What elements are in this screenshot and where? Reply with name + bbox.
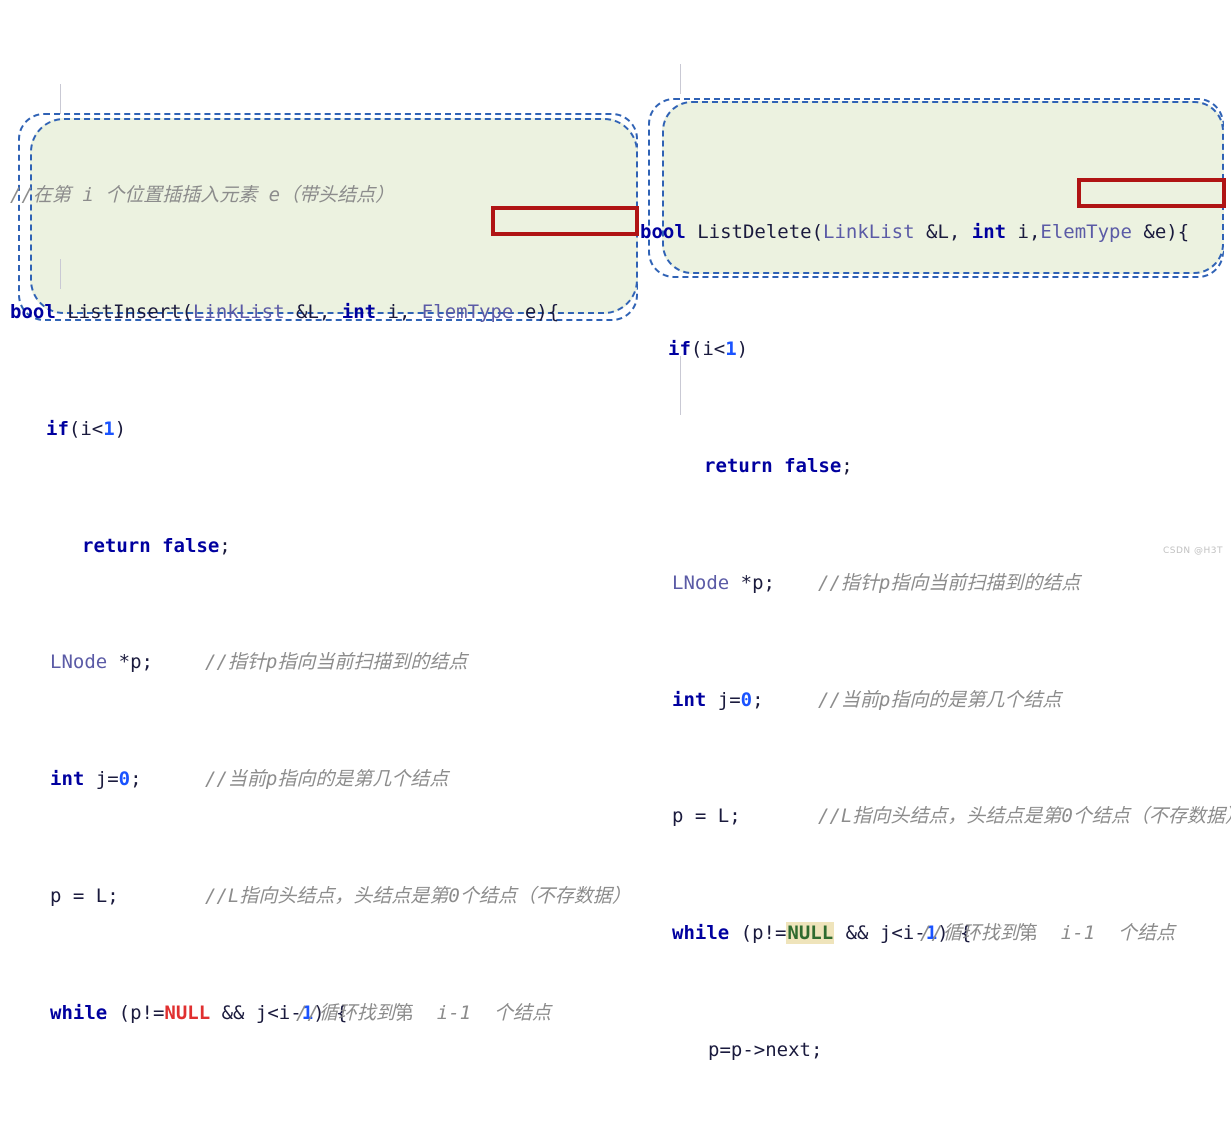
code-text: LNode *p;: [50, 651, 153, 674]
code-line: p = L; //L指向头结点，头结点是第0个结点（不存数据）: [10, 882, 650, 911]
code-text: return false;: [704, 455, 853, 478]
indent-guide: [60, 259, 61, 289]
code-text: p=p->next;: [708, 1039, 823, 1061]
code-comment: //指针p指向当前扫描到的结点: [205, 651, 468, 674]
code-comment: //当前p指向的是第几个结点: [818, 688, 1062, 711]
code-line: return false;: [632, 452, 1231, 481]
code-text: return false;: [82, 534, 231, 557]
code-text: p = L;: [672, 805, 741, 828]
code-text: if(i<1): [46, 417, 127, 440]
code-line: //在第 i 个位置插插入元素 e（带头结点）: [10, 181, 650, 210]
code-comment: //L指向头结点，头结点是第0个结点（不存数据）: [818, 805, 1231, 828]
code-line: bool ListDelete(LinkList &L, int i,ElemT…: [632, 218, 1231, 247]
code-text: if(i<1): [668, 338, 749, 361]
indent-guide: [60, 84, 61, 114]
code-line: if(i<1): [10, 415, 650, 444]
code-line: return false;: [10, 532, 650, 561]
code-line: int j=0; //当前p指向的是第几个结点: [632, 686, 1231, 715]
code-comment: //指针p指向当前扫描到的结点: [818, 571, 1081, 594]
code-text: int j=0;: [50, 768, 142, 791]
code-line: p=p->next;: [632, 1036, 1231, 1065]
code-text: LNode *p;: [672, 571, 775, 594]
code-comment: //循环找到第 i-1 个结点: [296, 1001, 551, 1024]
code-text: bool ListDelete(LinkList &L, int i,ElemT…: [640, 221, 1190, 244]
code-text: int j=0;: [672, 688, 764, 711]
code-text: //在第 i 个位置插插入元素 e（带头结点）: [10, 184, 395, 207]
code-text: bool ListInsert(LinkList &L, int i, Elem…: [10, 301, 560, 324]
code-comment: //当前p指向的是第几个结点: [205, 768, 449, 791]
code-text: p=p->next;: [86, 1119, 200, 1122]
code-line: p=p->next;: [10, 1116, 650, 1122]
code-pane-list-insert: //在第 i 个位置插插入元素 e（带头结点） bool ListInsert(…: [10, 6, 650, 1122]
code-line: while (p!=NULL && j<i-1) {//循环找到第 i-1 个结…: [10, 999, 650, 1028]
code-line: LNode *p; //指针p指向当前扫描到的结点: [10, 648, 650, 677]
code-line: p = L; //L指向头结点，头结点是第0个结点（不存数据）: [632, 802, 1231, 831]
code-line: LNode *p; //指针p指向当前扫描到的结点: [632, 569, 1231, 598]
code-pane-list-delete: bool ListDelete(LinkList &L, int i,ElemT…: [632, 14, 1231, 1122]
code-line: int j=0; //当前p指向的是第几个结点: [10, 765, 650, 794]
code-comment: //循环找到第 i-1 个结点: [920, 922, 1175, 945]
indent-guide: [680, 385, 681, 415]
code-line: if(i<1): [632, 335, 1231, 364]
code-comment: //L指向头结点，头结点是第0个结点（不存数据）: [205, 885, 631, 907]
code-line: while (p!=NULL && j<i-1) {//循环找到第 i-1 个结…: [632, 919, 1231, 948]
code-text: p = L;: [50, 885, 119, 907]
code-line: bool ListInsert(LinkList &L, int i, Elem…: [10, 298, 650, 327]
watermark: CSDN @H3T: [1162, 546, 1223, 556]
indent-guide: [680, 64, 681, 94]
